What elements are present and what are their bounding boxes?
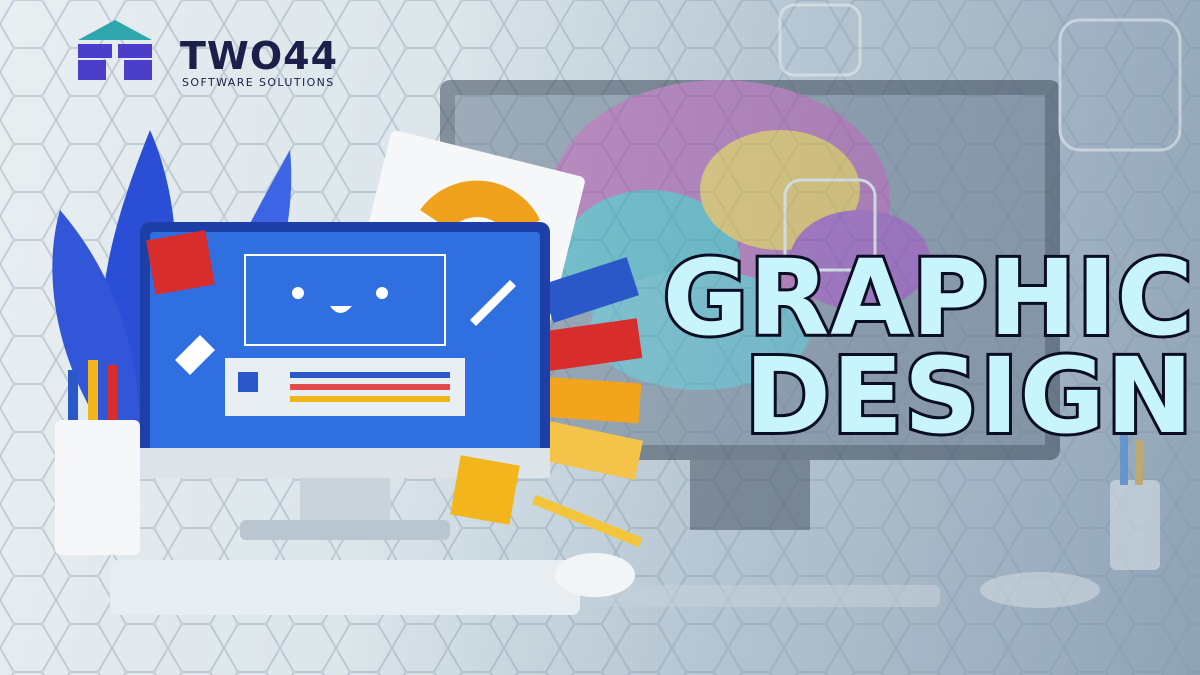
monitor: [140, 222, 550, 540]
sticky-note: [450, 455, 520, 525]
keyboard: [110, 560, 580, 615]
sticky-note: [146, 230, 215, 295]
banner: TWO44 SOFTWARE SOLUTIONS GRAPHIC DESIGN: [0, 0, 1200, 675]
brand-name: TWO44: [180, 34, 339, 78]
mouse: [555, 553, 635, 597]
color-swatch-fan: [541, 257, 644, 480]
brand-tagline: SOFTWARE SOLUTIONS: [182, 76, 335, 89]
designer-workstation-illustration: [52, 130, 644, 615]
headline-line-2: DESIGN: [742, 335, 1196, 457]
brand-logo: TWO44 SOFTWARE SOLUTIONS: [72, 20, 362, 104]
pencil: [532, 494, 643, 548]
logo-mark-icon: [78, 20, 152, 80]
